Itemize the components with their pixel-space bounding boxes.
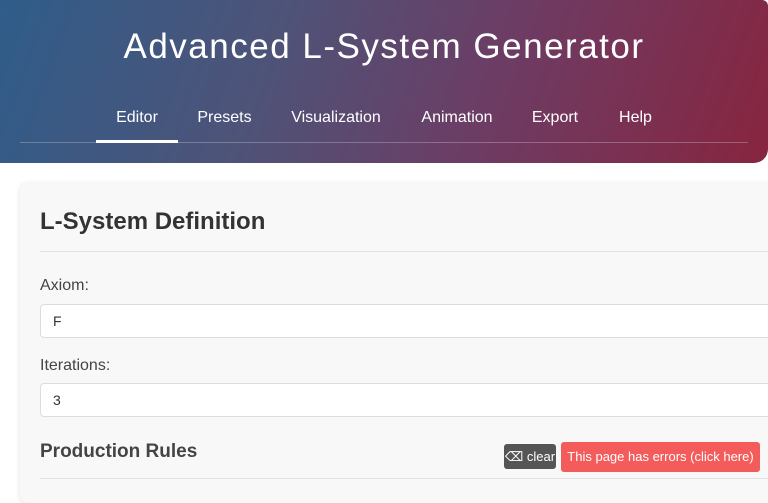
tab-help[interactable]: Help	[609, 95, 662, 143]
app-title: Advanced L-System Generator	[123, 27, 645, 66]
clear-button[interactable]: ⌫ clear	[504, 444, 556, 469]
iterations-input[interactable]	[40, 383, 768, 417]
tab-animation[interactable]: Animation	[411, 95, 503, 143]
tab-visualization[interactable]: Visualization	[282, 95, 390, 143]
tab-presets[interactable]: Presets	[188, 95, 261, 143]
main-nav: Editor Presets Visualization Animation E…	[20, 95, 748, 143]
app-header: Advanced L-System Generator Editor Prese…	[0, 0, 768, 163]
axiom-label: Axiom:	[40, 277, 89, 294]
broom-icon: ⌫	[504, 449, 524, 464]
tab-editor[interactable]: Editor	[96, 95, 178, 143]
tab-export[interactable]: Export	[523, 95, 587, 143]
errors-button[interactable]: This page has errors (click here)	[561, 442, 760, 472]
clear-label: clear	[526, 449, 556, 464]
production-rules-title: Production Rules	[40, 441, 198, 462]
title-divider	[40, 251, 768, 252]
rules-divider	[40, 478, 768, 479]
iterations-label: Iterations:	[40, 357, 111, 374]
axiom-input[interactable]	[40, 304, 768, 338]
card-title: L-System Definition	[40, 208, 266, 235]
